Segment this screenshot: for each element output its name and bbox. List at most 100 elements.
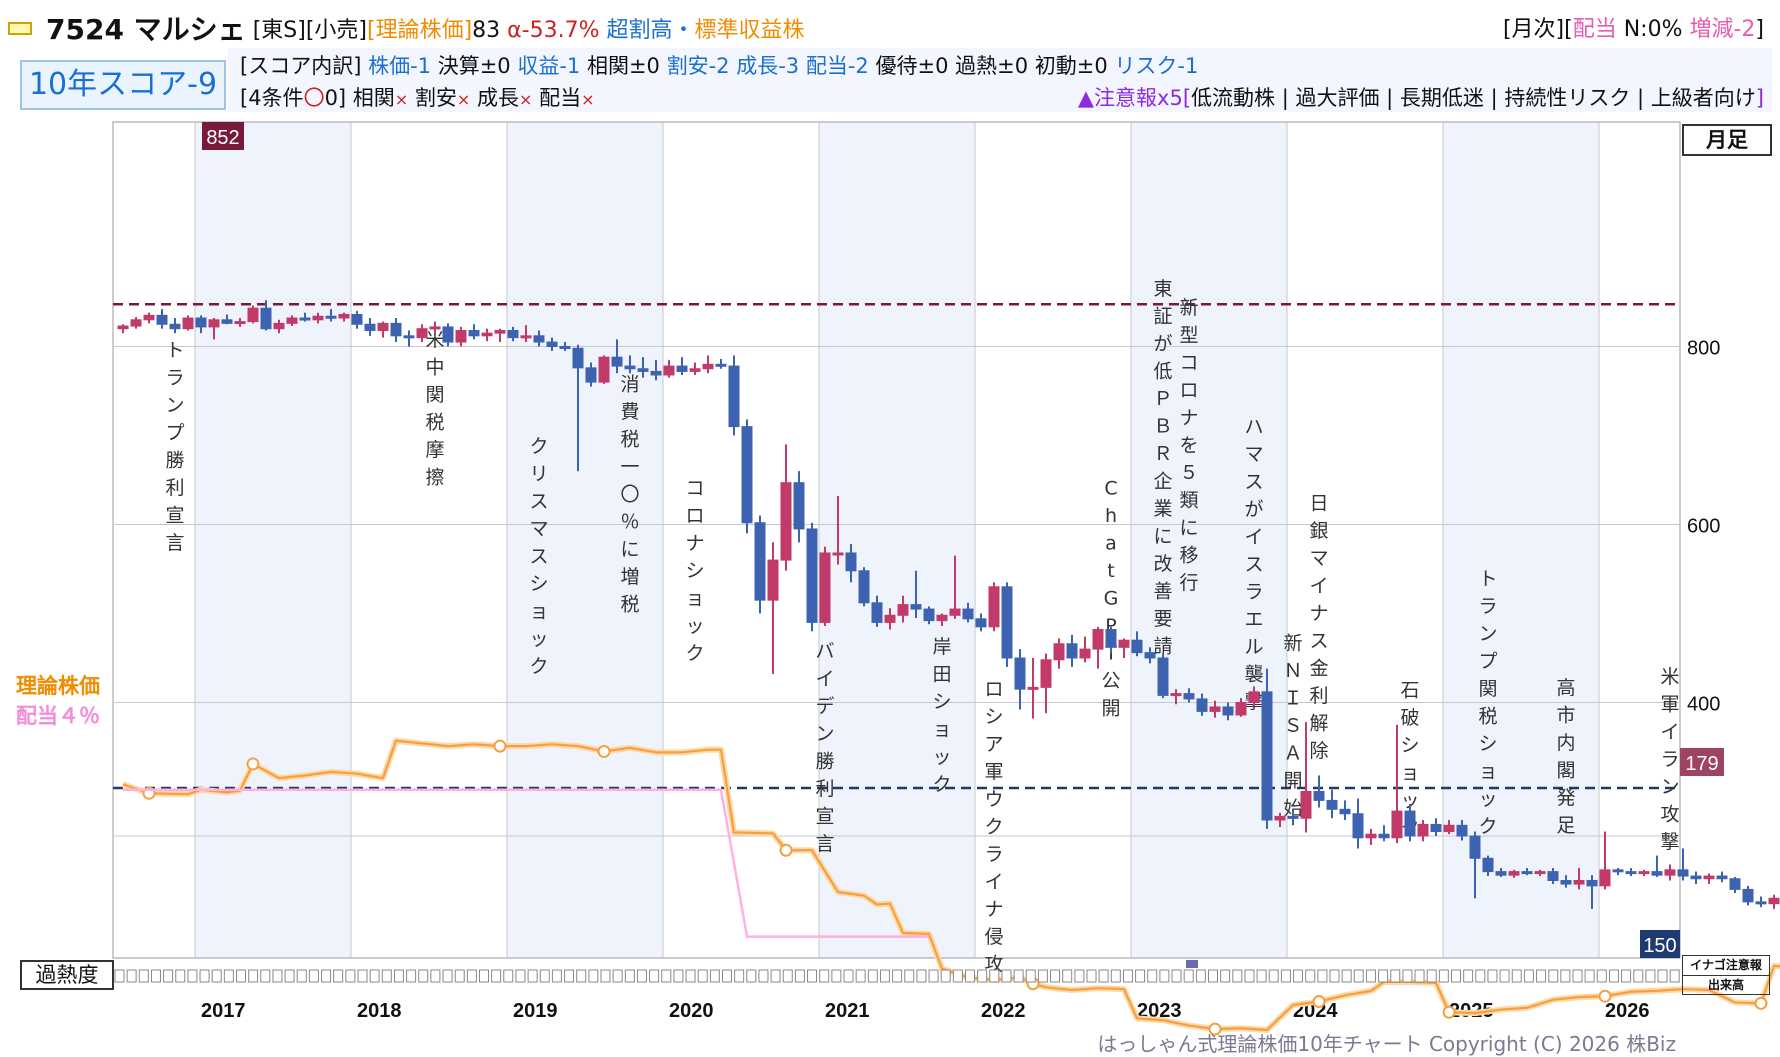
heat-cell [1122, 969, 1133, 983]
annotation-char: 税 [425, 411, 444, 433]
theory-point [779, 843, 793, 857]
heat-cell [722, 969, 732, 983]
heat-cell [454, 969, 465, 983]
candle-body [663, 365, 675, 376]
candle-body [611, 356, 623, 367]
annotation-char: リ [529, 463, 548, 485]
theory-point [246, 757, 260, 771]
candle-body [247, 307, 259, 323]
heat-cell [770, 969, 781, 983]
annotation-char: 一 [620, 456, 639, 478]
annotation-char: 企 [1153, 471, 1172, 493]
candle-body [1287, 815, 1299, 819]
heat-cell [199, 969, 210, 983]
candle-body [520, 335, 532, 339]
heat-cell [661, 969, 672, 983]
x-tick-label: 2020 [669, 1000, 714, 1022]
heat-cell [406, 969, 417, 983]
annotation-char: 言 [815, 833, 834, 855]
annotation-char: ナ [984, 899, 1003, 921]
annotation-char: マ [1244, 444, 1263, 466]
heat-cell [1523, 969, 1534, 983]
candle-body [416, 328, 428, 339]
heat-cell [1475, 969, 1486, 983]
annotation-char: シ [685, 560, 704, 582]
annotation-char: ッ [529, 628, 548, 650]
annotation-char: 足 [1556, 814, 1575, 836]
heat-cell [1013, 969, 1024, 983]
candle-body [507, 329, 519, 339]
heat-cell [333, 969, 344, 983]
heat-cell [223, 969, 234, 983]
x-tick-label: 2021 [825, 1000, 870, 1022]
theory-point [1442, 1005, 1456, 1019]
candle-body [1079, 648, 1091, 659]
heat-cell [734, 969, 745, 983]
theory-point [1598, 989, 1612, 1003]
annotation-char: が [1153, 333, 1172, 355]
heat-cell [649, 969, 660, 983]
annotation-char: 襲 [1244, 664, 1263, 686]
candle-body [1040, 659, 1052, 688]
annotation-char: ク [932, 773, 951, 795]
annotation-char: h [1105, 505, 1117, 527]
candle-body [1014, 657, 1026, 690]
annotation-char: シ [932, 691, 951, 713]
high-price-badge-text: 852 [206, 127, 239, 149]
heat-cell [636, 969, 647, 983]
candle-body [1326, 799, 1338, 810]
annotation-char: 内 [1556, 732, 1575, 754]
heat-cell [321, 969, 332, 983]
annotation-char: ウ [984, 789, 1003, 811]
annotation-char: 摩 [425, 439, 444, 461]
heat-cell [1645, 969, 1656, 983]
annotation-char: イ [984, 871, 1003, 893]
candle-body [702, 363, 714, 370]
heat-cell [916, 969, 927, 983]
annotation-char: に [1179, 517, 1198, 539]
event-annotation: ChatGPT公開 [1101, 477, 1120, 719]
candle-body [117, 325, 129, 330]
heat-cell [1621, 969, 1632, 983]
annotation-char: ッ [932, 746, 951, 768]
candle-body [1027, 686, 1039, 690]
candle-body [780, 482, 792, 561]
candle-body [767, 559, 779, 601]
annotation-char: ５ [1179, 462, 1198, 484]
candle-body [598, 356, 610, 383]
heat-cell [576, 969, 587, 983]
heat-cell [491, 969, 502, 983]
annotation-char: ス [1309, 630, 1328, 652]
heat-cell [126, 969, 137, 983]
candle-body [1495, 871, 1507, 876]
event-annotation: 日銀マイナス金利解除 [1309, 493, 1328, 763]
theory-point [1754, 996, 1768, 1010]
annotation-char: ス [1244, 471, 1263, 493]
heat-cell [369, 969, 380, 983]
candle-body [546, 341, 558, 347]
annotation-char: 要 [1153, 608, 1172, 630]
candle-body [1157, 657, 1169, 696]
heat-cell [515, 969, 526, 983]
candle-body [182, 317, 194, 330]
theory-point [1312, 995, 1326, 1009]
annotation-char: ョ [529, 601, 548, 623]
heat-cell [758, 969, 769, 983]
heat-cell [1572, 969, 1583, 983]
candle-body [494, 329, 506, 334]
annotation-char: 除 [1309, 740, 1328, 762]
candle-body [1378, 833, 1390, 839]
candle-body [533, 335, 545, 343]
heat-cell [843, 969, 854, 983]
annotation-char: 高 [1556, 677, 1575, 699]
candle-body [572, 347, 584, 369]
candle-body [1430, 823, 1442, 833]
annotation-char: 言 [165, 532, 184, 554]
annotation-char: C [1104, 477, 1117, 499]
heat-cell [1256, 969, 1267, 983]
candle-body [910, 604, 922, 610]
heat-cell [272, 969, 283, 983]
annotation-char: デ [815, 695, 834, 717]
annotation-char: 破 [1400, 707, 1419, 729]
heat-cell [1135, 969, 1146, 983]
